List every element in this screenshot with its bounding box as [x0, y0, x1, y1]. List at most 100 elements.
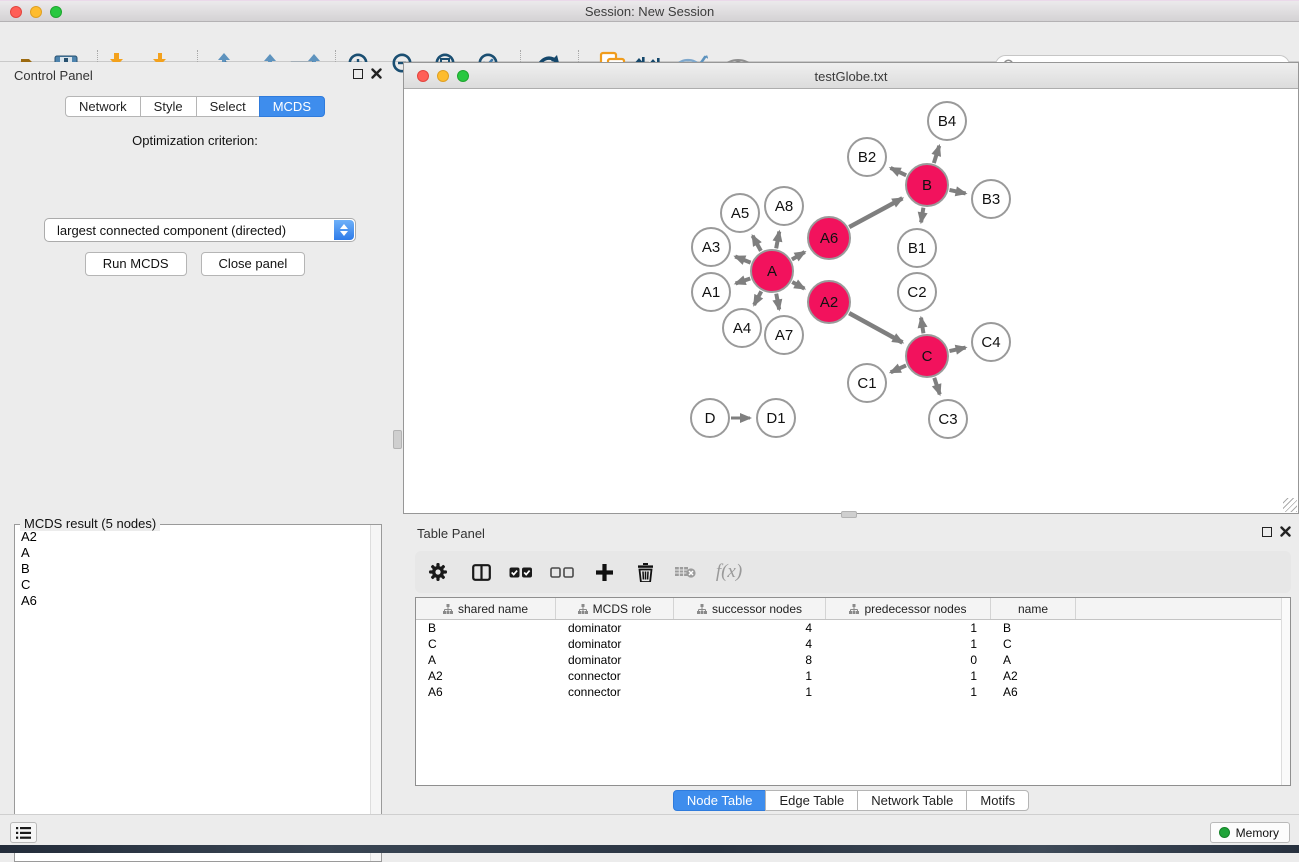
table-cell: 4: [674, 620, 826, 636]
mcds-result-item[interactable]: C: [15, 577, 369, 593]
node-A2[interactable]: A2: [808, 281, 850, 323]
edge-C-C2[interactable]: [921, 318, 923, 334]
edge-A-A5[interactable]: [753, 236, 761, 251]
table-cell: A2: [991, 668, 1076, 684]
edge-C-C4[interactable]: [949, 348, 965, 352]
table-row[interactable]: A6connector11A6: [416, 684, 1290, 700]
tab-motifs[interactable]: Motifs: [966, 790, 1029, 811]
edge-B-B2[interactable]: [891, 168, 907, 175]
node-D[interactable]: D: [691, 399, 729, 437]
edge-B-B4[interactable]: [934, 146, 939, 163]
node-B1[interactable]: B1: [898, 229, 936, 267]
node-B4[interactable]: B4: [928, 102, 966, 140]
edge-A-A4[interactable]: [754, 291, 761, 305]
node-A1[interactable]: A1: [692, 273, 730, 311]
edge-A-A3[interactable]: [735, 257, 750, 263]
delete-table-icon[interactable]: [665, 551, 705, 593]
tab-node-table[interactable]: Node Table: [673, 790, 767, 811]
network-canvas[interactable]: A A1 A2 A3 A4 A5 A6 A7 A8 B B1 B2 B3 B4 C C1 C2 C3 C4 D D1: [404, 90, 1298, 513]
tab-network-table[interactable]: Network Table: [857, 790, 967, 811]
close-panel-icon[interactable]: [371, 68, 382, 79]
column-header-shared-name[interactable]: shared name: [416, 598, 556, 619]
run-mcds-button[interactable]: Run MCDS: [85, 252, 187, 276]
tab-mcds[interactable]: MCDS: [259, 96, 325, 117]
tab-network[interactable]: Network: [65, 96, 141, 117]
node-A5[interactable]: A5: [721, 194, 759, 232]
edge-C-C3[interactable]: [934, 378, 940, 395]
vertical-split-handle[interactable]: [393, 430, 402, 449]
close-table-panel-icon[interactable]: [1280, 526, 1291, 537]
table-cell: connector: [556, 684, 674, 700]
tab-style[interactable]: Style: [140, 96, 197, 117]
node-A7[interactable]: A7: [765, 316, 803, 354]
edge-C-C1[interactable]: [891, 365, 906, 372]
horizontal-split-handle[interactable]: [841, 511, 857, 518]
node-A8[interactable]: A8: [765, 187, 803, 225]
edge-A-A6[interactable]: [792, 252, 805, 259]
edge-A-A2[interactable]: [792, 282, 804, 289]
mcds-result-item[interactable]: A2: [15, 529, 369, 545]
float-table-panel-icon[interactable]: [1262, 527, 1272, 537]
node-B2[interactable]: B2: [848, 138, 886, 176]
column-header-MCDS-role[interactable]: MCDS role: [556, 598, 674, 619]
node-B3[interactable]: B3: [972, 180, 1010, 218]
column-header-name[interactable]: name: [991, 598, 1076, 619]
node-C1[interactable]: C1: [848, 364, 886, 402]
table-cell: dominator: [556, 652, 674, 668]
node-A6[interactable]: A6: [808, 217, 850, 259]
table-cell: connector: [556, 668, 674, 684]
table-panel-titlebar: Table Panel: [403, 520, 1299, 546]
edge-B-B3[interactable]: [949, 190, 965, 194]
result-scrollbar[interactable]: [370, 525, 381, 861]
add-column-icon[interactable]: [583, 551, 625, 593]
mcds-result-list[interactable]: A2ABCA6: [15, 529, 369, 861]
table-row[interactable]: Cdominator41C: [416, 636, 1290, 652]
function-builder-icon[interactable]: f(x): [705, 551, 753, 593]
node-A[interactable]: A: [751, 250, 793, 292]
memory-button[interactable]: Memory: [1210, 822, 1290, 843]
task-history-button[interactable]: [10, 822, 37, 843]
float-panel-icon[interactable]: [353, 69, 363, 79]
node-C4[interactable]: C4: [972, 323, 1010, 361]
table-row[interactable]: A2connector11A2: [416, 668, 1290, 684]
select-all-checkboxes-icon[interactable]: [501, 551, 541, 593]
main-toolbar: [0, 23, 1299, 62]
edge-B-B1[interactable]: [921, 208, 923, 223]
node-table[interactable]: shared nameMCDS rolesuccessor nodesprede…: [415, 597, 1291, 786]
edge-A-A1[interactable]: [736, 278, 751, 283]
table-row[interactable]: Bdominator41B: [416, 620, 1290, 636]
network-graph[interactable]: A A1 A2 A3 A4 A5 A6 A7 A8 B B1 B2 B3 B4 C C1 C2 C3 C4 D D1: [404, 90, 1298, 514]
edge-A-A7[interactable]: [776, 294, 779, 310]
mcds-result-item[interactable]: A6: [15, 593, 369, 609]
column-header-predecessor-nodes[interactable]: predecessor nodes: [826, 598, 991, 619]
window-titlebar: Session: New Session: [0, 0, 1299, 22]
node-C2[interactable]: C2: [898, 273, 936, 311]
tab-select[interactable]: Select: [196, 96, 260, 117]
tab-edge-table[interactable]: Edge Table: [765, 790, 858, 811]
mcds-result-item[interactable]: B: [15, 561, 369, 577]
column-header-successor-nodes[interactable]: successor nodes: [674, 598, 826, 619]
svg-text:A5: A5: [731, 205, 749, 222]
table-row[interactable]: Adominator80A: [416, 652, 1290, 668]
mcds-result-item[interactable]: A: [15, 545, 369, 561]
node-C[interactable]: C: [906, 335, 948, 377]
table-settings-icon[interactable]: [415, 551, 461, 593]
deselect-all-checkboxes-icon[interactable]: [541, 551, 583, 593]
resize-grip[interactable]: [1283, 498, 1297, 512]
svg-text:B4: B4: [938, 113, 956, 130]
node-B[interactable]: B: [906, 164, 948, 206]
edge-A6-B[interactable]: [849, 198, 902, 227]
edge-A-A8[interactable]: [776, 232, 779, 249]
edge-A2-C[interactable]: [849, 313, 902, 342]
node-C3[interactable]: C3: [929, 400, 967, 438]
node-A4[interactable]: A4: [723, 309, 761, 347]
delete-column-icon[interactable]: [625, 551, 665, 593]
network-window-title: testGlobe.txt: [404, 69, 1298, 84]
close-panel-button[interactable]: Close panel: [201, 252, 306, 276]
table-scrollbar[interactable]: [1281, 598, 1290, 785]
node-D1[interactable]: D1: [757, 399, 795, 437]
criterion-dropdown[interactable]: largest connected component (directed): [44, 218, 356, 242]
node-A3[interactable]: A3: [692, 228, 730, 266]
table-cell: 8: [674, 652, 826, 668]
split-panel-icon[interactable]: [461, 551, 501, 593]
